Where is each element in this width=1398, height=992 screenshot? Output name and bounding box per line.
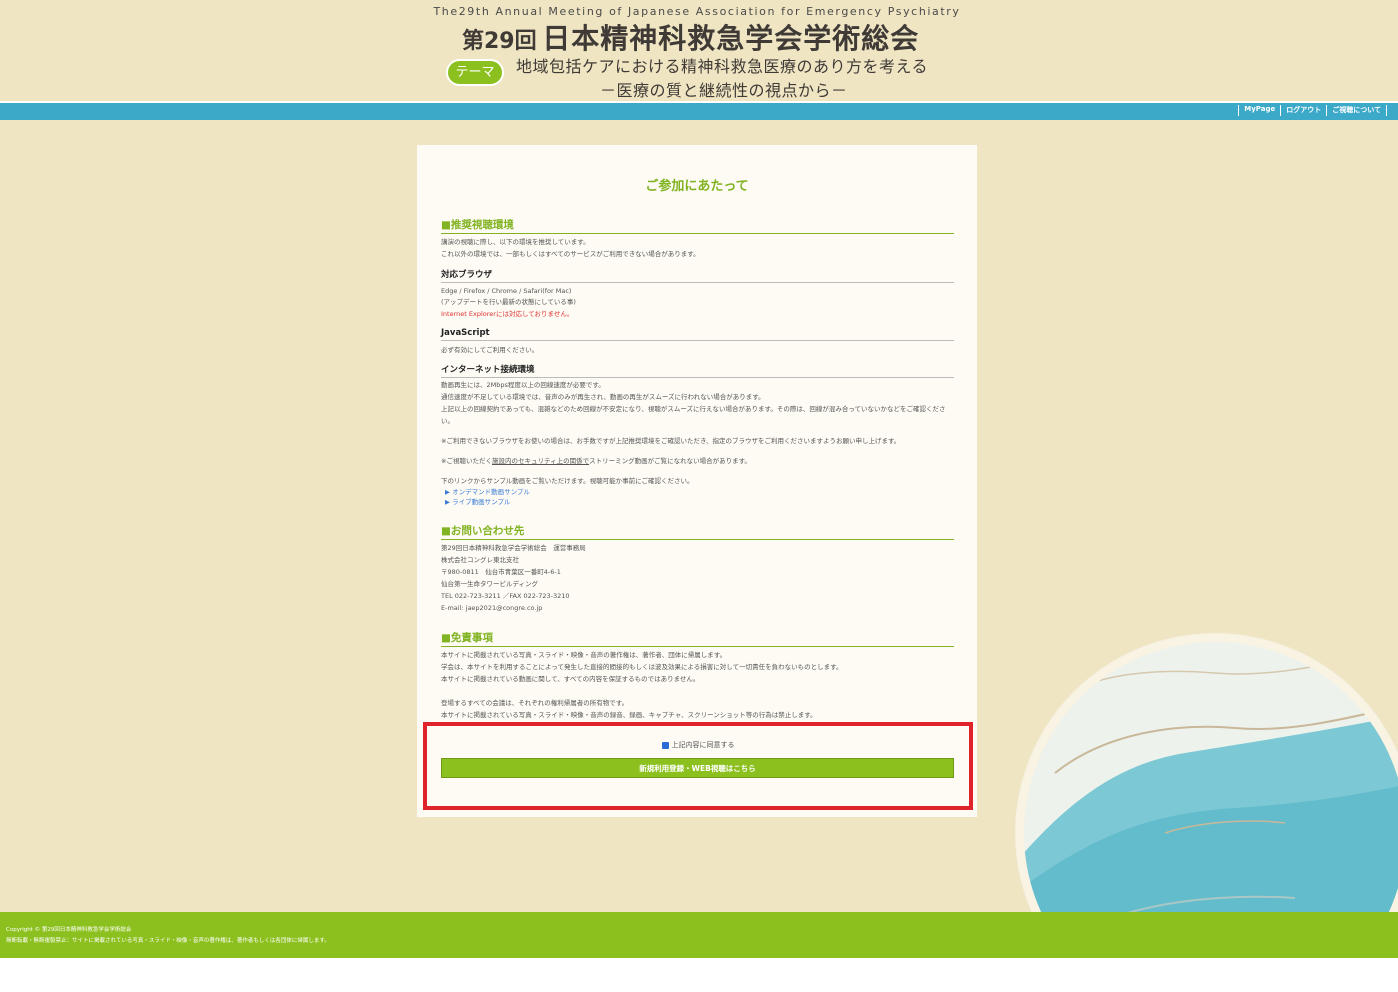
copyright-text: Copyright © 第29回日本精神科救急学会学術総会 [6, 927, 132, 933]
title-main: 日本精神科救急学会学術総会 [542, 22, 920, 55]
env-intro-1: 講演の視聴に際し、以下の環境を推奨しています。 [441, 238, 590, 246]
site-footer: Copyright © 第29回日本精神科救急学会学術総会 無断転載・無断複製禁… [0, 912, 1398, 958]
internet-text-2: 通信速度が不足している環境では、音声のみが再生され、動画の再生がスムーズに行われ… [441, 393, 765, 401]
javascript-text: 必ず有効にしてご利用ください。 [441, 346, 539, 354]
card-title: ご参加にあたって [645, 179, 749, 194]
agree-checkbox-label[interactable]: 上記内容に同意する [672, 741, 735, 749]
browser-notice: ※ご利用できないブラウザをお使いの場合は、お手数ですが上記推奨環境をご確認いただ… [441, 437, 901, 445]
register-watch-button[interactable]: 新規利用登録・WEB視聴はこちら [441, 758, 954, 778]
security-notice: ※ご視聴いただく施設内のセキュリティ上の関係でストリーミング動画がご覧になれない… [441, 455, 956, 467]
security-notice-b: 施設内のセキュリティ上の関係で [491, 457, 590, 465]
section-heading-environment: ■推奨視聴環境 [441, 217, 954, 234]
subheading-internet: インターネット接続環境 [441, 363, 954, 378]
section-heading-disclaimer: ■免責事項 [441, 630, 954, 647]
nav-bar: MyPage ログアウト ご視聴について [0, 101, 1398, 120]
disclaimer-line-5: 本サイトに掲載されている写真・スライド・映像・音声の録音、録画、キャプチャ、スク… [441, 711, 817, 719]
disclaimer-line-2: 学会は、本サイトを利用することによって発生した直接的間接的もしくは波及効果による… [441, 663, 843, 671]
contact-line-3: 〒980-0811 仙台市青葉区一番町4-6-1 [441, 568, 561, 576]
agreement-highlight-box: 上記内容に同意する 新規利用登録・WEB視聴はこちら [423, 722, 973, 810]
section-heading-contact: ■お問い合わせ先 [441, 523, 954, 540]
security-notice-c: ストリーミング動画がご覧になれない場合があります。 [589, 457, 751, 465]
subheading-browsers: 対応ブラウザ [441, 268, 954, 283]
browser-note: (アップデートを行い最新の状態にしている事) [441, 298, 576, 306]
contact-line-4: 仙台第一生命タワービルディング [441, 580, 539, 588]
ie-warning: Internet Explorerには対応しておりません。 [441, 310, 574, 318]
sample-live-link[interactable]: ▶ ライブ動画サンプル [445, 496, 960, 508]
subheading-javascript: JavaScript [441, 328, 954, 341]
footer-notice: 無断転載・無断複製禁止：サイトに掲載されている写真・スライド・映像・音声の著作権… [6, 938, 330, 944]
nav-separator [1386, 105, 1387, 116]
contact-line-5: TEL 022-723-3211 ／FAX 022-723-3210 [441, 592, 570, 600]
contact-line-1: 第29回日本精神科救急学会学術総会 運営事務局 [441, 544, 586, 552]
theme-badge: テーマ [446, 59, 504, 86]
internet-text-3: 上記以上の回線契約であっても、混雑などのため回線が不安定になり、視聴がスムーズに… [441, 405, 946, 425]
agree-checkbox-row[interactable]: 上記内容に同意する [427, 740, 969, 750]
nav-links: MyPage ログアウト ご視聴について [1233, 105, 1392, 116]
disclaimer-line-1: 本サイトに掲載されている写真・スライド・映像・音声の著作権は、著作者、団体に帰属… [441, 651, 727, 659]
env-intro-2: これ以外の環境では、一部もしくはすべてのサービスがご利用できない場合があります。 [441, 250, 700, 258]
title-prefix: 第29回 [462, 29, 537, 54]
disclaimer-line-4: 登場するすべての会議は、それぞれの権利帰属者の所有物です。 [441, 699, 629, 707]
decorative-artwork-image [1015, 633, 1398, 912]
nav-about-link[interactable]: ご視聴について [1332, 105, 1381, 116]
internet-text-1: 動画再生には、2Mbps程度以上の回線速度が必要です。 [441, 381, 605, 389]
nav-logout-link[interactable]: ログアウト [1286, 105, 1321, 116]
participation-info-card: ご参加にあたって ■推奨視聴環境 講演の視聴に際し、以下の環境を推奨しています。… [417, 145, 977, 817]
security-notice-a: ※ご視聴いただく [441, 457, 492, 465]
page-title: 第29回 日本精神科救急学会学術総会 [462, 17, 919, 57]
site-header: The29th Annual Meeting of Japanese Assoc… [0, 0, 1398, 101]
disclaimer-line-3: 本サイトに掲載されている動画に関して、すべての内容を保証するものではありません。 [441, 675, 700, 683]
contact-line-2: 株式会社コングレ東北支社 [441, 556, 519, 564]
nav-separator [1326, 105, 1328, 116]
nav-separator [1238, 105, 1240, 116]
theme-line-1: 地域包括ケアにおける精神科救急医療のあり方を考える [516, 57, 929, 76]
nav-separator [1280, 105, 1282, 116]
nav-mypage-link[interactable]: MyPage [1244, 105, 1275, 116]
agree-checkbox[interactable] [661, 741, 669, 749]
theme-line-2: －医療の質と継続性の視点から－ [600, 81, 848, 100]
contact-email: E-mail: jaep2021@congre.co.jp [441, 604, 543, 612]
